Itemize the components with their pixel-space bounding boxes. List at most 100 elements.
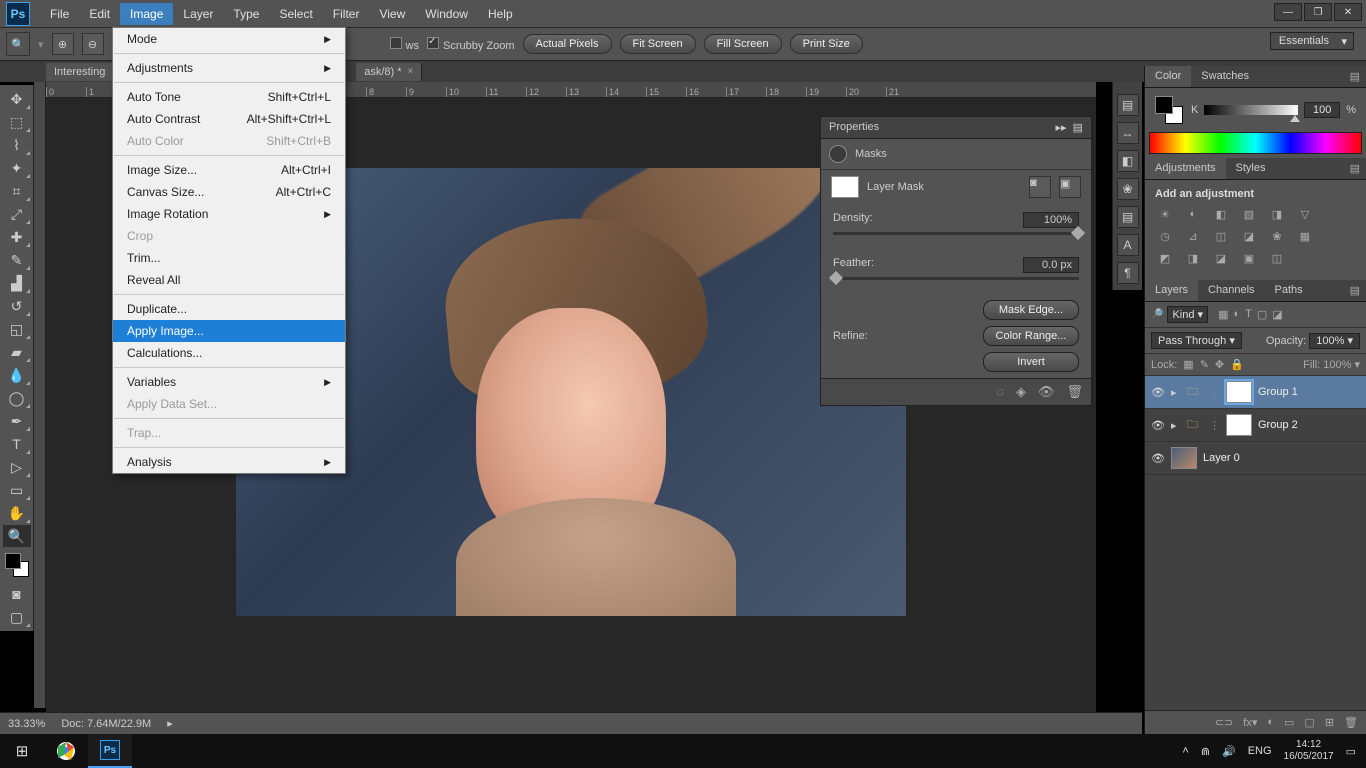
workspace-dropdown[interactable]: Essentials (1270, 32, 1354, 50)
minimize-button[interactable]: — (1274, 3, 1302, 21)
menu-item-trim[interactable]: Trim... (113, 247, 345, 269)
quickmask-icon[interactable]: ◙ (3, 583, 31, 605)
tab-close-icon[interactable]: × (408, 66, 414, 77)
clock[interactable]: 14:1216/05/2017 (1284, 739, 1334, 763)
zoom-level[interactable]: 33.33% (8, 718, 45, 730)
toggle-mask-icon[interactable]: 👁 (1038, 384, 1055, 400)
start-button[interactable]: ⊞ (0, 734, 44, 768)
invert-button[interactable]: Invert (983, 352, 1079, 372)
layer-name[interactable]: Group 2 (1258, 419, 1298, 431)
layers-footer-icon[interactable]: ⊂⊃ (1215, 716, 1233, 729)
layers-footer-icon[interactable]: ⊞ (1325, 716, 1334, 729)
zoom-tool-icon[interactable]: 🔍 (3, 525, 31, 547)
mask-thumbnail[interactable] (1226, 381, 1252, 403)
menu-item-image-size[interactable]: Image Size...Alt+Ctrl+I (113, 159, 345, 181)
menu-select[interactable]: Select (269, 3, 322, 25)
menu-item-apply-image[interactable]: Apply Image... (113, 320, 345, 342)
dock-icon[interactable]: ◧ (1117, 150, 1139, 172)
layer-filter-icon[interactable]: ◐ (1233, 308, 1240, 321)
tab-channels[interactable]: Channels (1198, 280, 1264, 301)
menu-window[interactable]: Window (415, 3, 478, 25)
panel-menu-icon[interactable]: ▤ (1344, 280, 1366, 301)
dodge-tool-icon[interactable]: ◯ (3, 387, 31, 409)
menu-item-analysis[interactable]: Analysis▶ (113, 451, 345, 473)
tab-layers[interactable]: Layers (1145, 280, 1198, 301)
tab-color[interactable]: Color (1145, 66, 1191, 87)
zoom-in-icon[interactable]: ⊕ (52, 33, 74, 55)
adjustment-icon[interactable]: ☀ (1155, 206, 1175, 222)
layer-row[interactable]: 👁▸🗀⋮Group 1 (1145, 376, 1366, 409)
menu-edit[interactable]: Edit (79, 3, 120, 25)
adjustment-icon[interactable]: ◨ (1267, 206, 1287, 222)
twirl-icon[interactable]: ▸ (1171, 419, 1181, 432)
marquee-tool-icon[interactable]: ⬚ (3, 111, 31, 133)
layer-thumbnail[interactable] (1171, 447, 1197, 469)
adjustment-icon[interactable]: ◧ (1211, 206, 1231, 222)
panel-menu-icon[interactable]: ▤ (1344, 158, 1366, 179)
tray-up-icon[interactable]: ˄ (1182, 745, 1188, 757)
properties-header[interactable]: Properties ▸▸ ▤ (821, 117, 1091, 139)
layer-filter-icon[interactable]: ▦ (1218, 308, 1228, 321)
menu-item-image-rotation[interactable]: Image Rotation▶ (113, 203, 345, 225)
eyedropper-tool-icon[interactable]: ⤢ (3, 203, 31, 225)
dock-icon[interactable]: ▤ (1117, 206, 1139, 228)
menu-item-canvas-size[interactable]: Canvas Size...Alt+Ctrl+C (113, 181, 345, 203)
density-slider[interactable]: Density:100% (821, 204, 1091, 249)
doc-size[interactable]: Doc: 7.64M/22.9M (61, 718, 151, 730)
lock-position-icon[interactable]: ✥ (1215, 358, 1224, 371)
tab-styles[interactable]: Styles (1226, 158, 1276, 179)
fit-screen-button[interactable]: Fit Screen (620, 34, 696, 54)
actual-pixels-button[interactable]: Actual Pixels (523, 34, 612, 54)
visibility-icon[interactable]: 👁 (1151, 452, 1165, 465)
maximize-button[interactable]: ❐ (1304, 3, 1332, 21)
layers-footer-icon[interactable]: fx▾ (1243, 716, 1257, 729)
tab-adjustments[interactable]: Adjustments (1145, 158, 1226, 179)
screenmode-icon[interactable]: ▢ (3, 606, 31, 628)
menu-item-variables[interactable]: Variables▶ (113, 371, 345, 393)
scrubby-zoom-check[interactable]: Scrubby Zoom (427, 37, 515, 52)
layer-kind-dropdown[interactable]: Kind ▾ (1167, 306, 1208, 323)
blend-mode-dropdown[interactable]: Pass Through ▾ (1151, 332, 1242, 349)
adjustment-icon[interactable]: ▦ (1295, 228, 1315, 244)
menu-layer[interactable]: Layer (173, 3, 223, 25)
lock-transparency-icon[interactable]: ▦ (1183, 358, 1193, 371)
layer-filter-icon[interactable]: ▢ (1257, 308, 1267, 321)
dock-icon[interactable]: ❀ (1117, 178, 1139, 200)
adjustment-icon[interactable]: ◫ (1211, 228, 1231, 244)
lock-all-icon[interactable]: 🔒 (1230, 358, 1244, 371)
dock-icon[interactable]: ▤ (1117, 94, 1139, 116)
current-tool-icon[interactable]: 🔍 (6, 32, 30, 56)
fill-input[interactable]: 100% ▾ (1323, 359, 1360, 371)
tab-swatches[interactable]: Swatches (1191, 66, 1259, 87)
menu-item-duplicate[interactable]: Duplicate... (113, 298, 345, 320)
chrome-icon[interactable] (44, 734, 88, 768)
vector-mask-button[interactable]: ▣ (1059, 176, 1081, 198)
menu-help[interactable]: Help (478, 3, 523, 25)
mask-edge-button[interactable]: Mask Edge... (983, 300, 1079, 320)
hand-tool-icon[interactable]: ✋ (3, 502, 31, 524)
adjustment-icon[interactable]: ◪ (1211, 250, 1231, 266)
type-tool-icon[interactable]: T (3, 433, 31, 455)
layer-name[interactable]: Layer 0 (1203, 452, 1240, 464)
zoom-out-icon[interactable]: ⊖ (82, 33, 104, 55)
mask-thumbnail[interactable] (1226, 414, 1252, 436)
print-size-button[interactable]: Print Size (790, 34, 863, 54)
adjustment-icon[interactable]: ◩ (1155, 250, 1175, 266)
shape-tool-icon[interactable]: ▭ (3, 479, 31, 501)
fill-screen-button[interactable]: Fill Screen (704, 34, 782, 54)
menu-type[interactable]: Type (223, 3, 269, 25)
menu-item-adjustments[interactable]: Adjustments▶ (113, 57, 345, 79)
panel-menu-icon[interactable]: ▤ (1344, 66, 1366, 87)
brush-tool-icon[interactable]: ✎ (3, 249, 31, 271)
lock-pixels-icon[interactable]: ✎ (1200, 358, 1209, 371)
adjustment-icon[interactable]: ❀ (1267, 228, 1287, 244)
volume-icon[interactable]: 🔊 (1222, 745, 1236, 758)
pixel-mask-button[interactable]: ◙ (1029, 176, 1051, 198)
layers-footer-icon[interactable]: ▭ (1284, 716, 1294, 729)
ruler-vertical[interactable] (34, 82, 46, 708)
pen-tool-icon[interactable]: ✒ (3, 410, 31, 432)
color-spectrum[interactable] (1149, 132, 1362, 154)
healing-tool-icon[interactable]: ✚ (3, 226, 31, 248)
twirl-icon[interactable]: ▸ (1171, 386, 1181, 399)
k-slider[interactable]: K % (1191, 102, 1356, 118)
